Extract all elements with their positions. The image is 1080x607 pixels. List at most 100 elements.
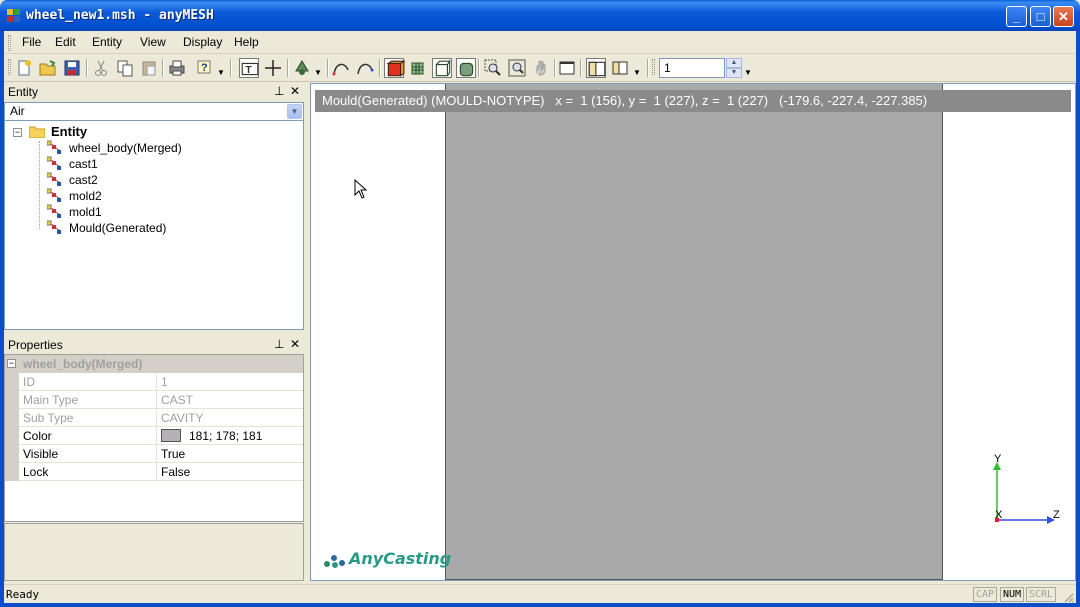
mouse-cursor-icon xyxy=(354,179,368,199)
toolbar-separator xyxy=(379,59,381,77)
spin-up-icon[interactable]: ▲ xyxy=(726,58,742,68)
menu-entity[interactable]: Entity xyxy=(92,35,122,49)
caps-lock-indicator: CAP xyxy=(973,587,998,602)
help-dropdown-icon[interactable]: ▼ xyxy=(217,68,225,77)
window-title: wheel_new1.msh - anyMESH xyxy=(26,8,214,23)
properties-pane-header: Properties ⊥ ✕ xyxy=(4,336,304,354)
color-swatch[interactable] xyxy=(161,429,181,442)
title-bar[interactable]: wheel_new1.msh - anyMESH _ □ ✕ xyxy=(0,0,1080,31)
close-button[interactable]: ✕ xyxy=(1053,6,1074,27)
tree-item-cast1[interactable]: cast1 xyxy=(69,157,98,171)
menu-file[interactable]: File xyxy=(22,35,41,49)
tree-item-wheel-body[interactable]: wheel_body(Merged) xyxy=(69,141,182,155)
paste-icon[interactable] xyxy=(139,58,159,78)
print-icon[interactable] xyxy=(167,58,187,78)
shaded-cube-icon[interactable] xyxy=(456,58,476,78)
axis-y-label: Y xyxy=(994,454,1002,465)
property-row-id[interactable]: ID 1 xyxy=(19,373,303,391)
split-view-icon[interactable] xyxy=(586,58,606,78)
toolbar-grip[interactable] xyxy=(8,59,11,75)
window-frame-bottom xyxy=(0,603,1080,607)
chevron-down-icon[interactable]: ▼ xyxy=(287,104,302,119)
property-value: CAVITY xyxy=(161,411,204,425)
app-icon xyxy=(7,9,20,22)
layout-view-icon[interactable] xyxy=(610,58,630,78)
logo-text: AnyCasting xyxy=(349,549,452,568)
pan-icon[interactable] xyxy=(531,58,551,78)
menu-view[interactable]: View xyxy=(140,35,166,49)
entity-node-icon xyxy=(47,204,62,218)
logo-dots-icon xyxy=(324,555,345,568)
entity-node-icon xyxy=(47,156,62,170)
scroll-lock-indicator: SCRL xyxy=(1026,587,1057,602)
entity-pane-title: Entity xyxy=(8,85,39,99)
close-icon[interactable]: ✕ xyxy=(290,84,300,98)
property-group-title: wheel_body(Merged) xyxy=(23,357,143,371)
pin-icon[interactable]: ⊥ xyxy=(274,84,284,98)
property-name: Lock xyxy=(23,465,49,479)
toolbar-grip[interactable] xyxy=(652,59,655,75)
tree-item-mold2[interactable]: mold2 xyxy=(69,189,102,203)
toolbar-separator xyxy=(580,59,582,77)
cut-icon[interactable] xyxy=(91,58,111,78)
property-value: False xyxy=(161,465,191,479)
tree-root-entity[interactable]: Entity xyxy=(51,124,87,139)
crosshair-icon[interactable] xyxy=(263,58,283,78)
property-name: ID xyxy=(23,375,35,389)
layout-dropdown-icon[interactable]: ▼ xyxy=(633,68,641,77)
layer-spin-buttons[interactable]: ▲ ▼ xyxy=(726,58,742,78)
entity-node-icon xyxy=(47,220,62,234)
new-icon[interactable] xyxy=(14,58,34,78)
collapse-icon[interactable]: − xyxy=(13,128,22,137)
property-name: Color xyxy=(23,429,52,443)
property-row-main-type[interactable]: Main Type CAST xyxy=(19,391,303,409)
entity-filter-select[interactable]: Air ▼ xyxy=(4,102,304,121)
minimize-button[interactable]: _ xyxy=(1006,6,1027,27)
toolbar-separator xyxy=(230,59,232,77)
help-icon[interactable]: ? xyxy=(195,58,215,78)
maximize-button[interactable]: □ xyxy=(1030,6,1051,27)
property-row-color[interactable]: Color 181; 178; 181 xyxy=(19,427,303,445)
single-view-icon[interactable] xyxy=(557,58,577,78)
menu-grip[interactable] xyxy=(8,35,11,51)
status-bar: Ready CAP NUM SCRL xyxy=(4,584,1076,603)
text-icon[interactable]: T xyxy=(239,58,259,78)
tree-item-cast2[interactable]: cast2 xyxy=(69,173,98,187)
toolbar-separator xyxy=(478,59,480,77)
menu-display[interactable]: Display xyxy=(183,35,222,49)
property-value: CAST xyxy=(161,393,194,407)
shape-icon[interactable] xyxy=(292,58,312,78)
copy-icon[interactable] xyxy=(115,58,135,78)
property-row-lock[interactable]: Lock False xyxy=(19,463,303,481)
resize-grip-icon[interactable] xyxy=(1062,591,1074,603)
property-group-row[interactable]: − wheel_body(Merged) xyxy=(5,355,303,373)
layer-spin-input[interactable]: 1 xyxy=(659,58,725,78)
property-row-visible[interactable]: Visible True xyxy=(19,445,303,463)
save-icon[interactable] xyxy=(62,58,82,78)
entity-filter-value: Air xyxy=(10,104,25,118)
open-icon[interactable] xyxy=(38,58,58,78)
tree-item-mold1[interactable]: mold1 xyxy=(69,205,102,219)
3d-viewport[interactable]: Mould(Generated) (MOULD-NOTYPE) x = 1 (1… xyxy=(310,83,1076,581)
toolbar-separator xyxy=(86,59,88,77)
zoom-fit-icon[interactable] xyxy=(507,58,527,78)
mould-mesh[interactable] xyxy=(445,84,943,580)
wire-cube-icon[interactable] xyxy=(432,58,452,78)
shape-dropdown-icon[interactable]: ▼ xyxy=(314,68,322,77)
collapse-icon[interactable]: − xyxy=(7,359,16,368)
solid-cube-icon[interactable] xyxy=(384,58,405,78)
entity-node-icon xyxy=(47,172,62,186)
curve2-icon[interactable] xyxy=(355,58,375,78)
properties-grid: − wheel_body(Merged) ID 1 Main Type CAST… xyxy=(4,354,304,522)
close-icon[interactable]: ✕ xyxy=(290,337,300,351)
zoom-window-icon[interactable] xyxy=(483,58,503,78)
property-row-sub-type[interactable]: Sub Type CAVITY xyxy=(19,409,303,427)
spin-dropdown-icon[interactable]: ▼ xyxy=(744,68,752,77)
pin-icon[interactable]: ⊥ xyxy=(274,337,284,351)
spin-down-icon[interactable]: ▼ xyxy=(726,68,742,78)
mesh-cube-icon[interactable] xyxy=(408,58,428,78)
curve-icon[interactable] xyxy=(331,58,351,78)
tree-item-mould-generated[interactable]: Mould(Generated) xyxy=(69,221,166,235)
menu-help[interactable]: Help xyxy=(234,35,259,49)
menu-edit[interactable]: Edit xyxy=(55,35,76,49)
